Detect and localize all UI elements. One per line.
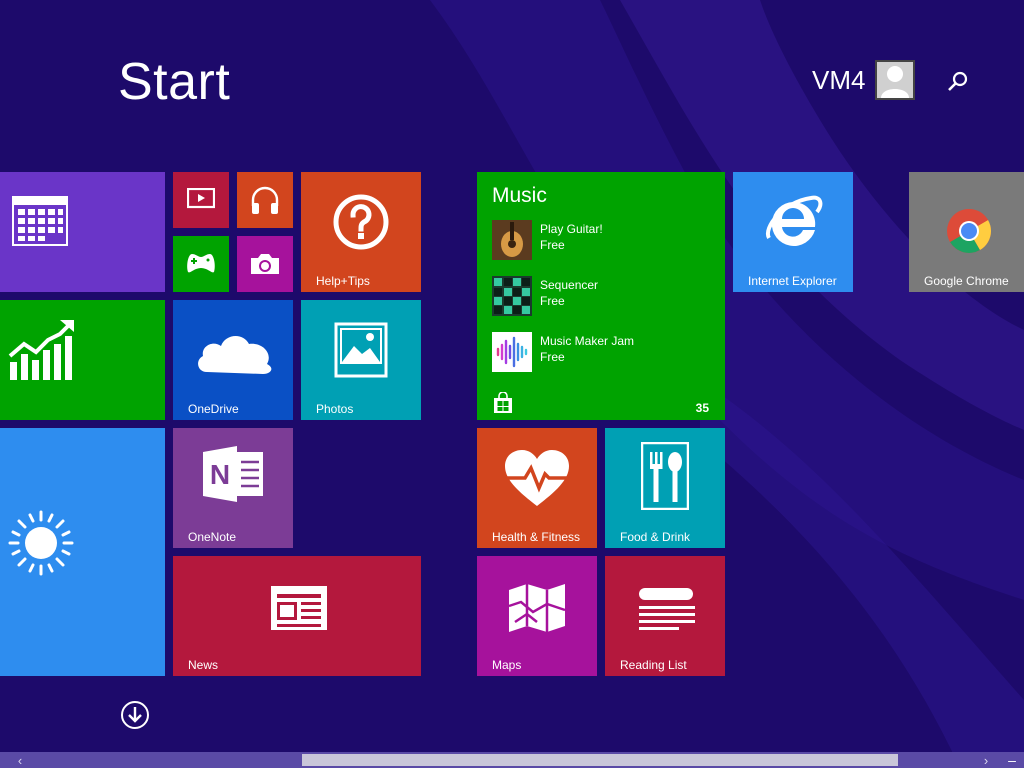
reading-list-icon [639,588,695,630]
music-app-price: Free [540,238,565,252]
onenote-icon: N [203,446,263,502]
sun-icon [8,510,74,576]
chrome-icon [947,209,991,253]
tile-label: Internet Explorer [748,274,837,288]
store-icon [494,392,512,413]
tile-news[interactable]: News [173,556,421,676]
scroll-left-button[interactable]: ‹ [12,752,28,768]
tile-label: Reading List [620,658,687,672]
camera-icon [251,254,279,274]
list-item[interactable]: Music Maker Jam Free [492,332,634,374]
tile-music[interactable]: Music Play Guitar! Free Sequencer Free M… [477,172,725,420]
internet-explorer-icon [765,195,823,246]
music-app-price: Free [540,294,565,308]
horizontal-scrollbar[interactable]: ‹ › – [0,752,1024,768]
music-count: 35 [695,401,709,415]
tile-camera[interactable] [237,236,293,292]
list-item[interactable]: Sequencer Free [492,276,598,318]
music-tile-title: Music [492,184,547,207]
question-icon [333,194,389,250]
headphones-icon [251,186,279,214]
page-title: Start [118,53,231,111]
user-icon[interactable] [875,60,916,100]
tile-label: OneNote [188,530,237,544]
chart-icon [8,320,74,380]
newspaper-icon [271,586,327,630]
tile-reading-list[interactable]: Reading List [605,556,725,676]
search-icon[interactable] [944,68,972,96]
tile-onedrive[interactable]: OneDrive [173,300,293,420]
tile-google-chrome[interactable]: Google Chrome [909,172,1024,292]
user-name[interactable]: VM4 [812,65,865,96]
music-app-name: Music Maker Jam [540,334,635,348]
tile-music-small[interactable] [237,172,293,228]
tile-onenote[interactable]: N OneNote [173,428,293,548]
video-icon [187,188,215,209]
tile-games[interactable] [173,236,229,292]
zoom-out-button[interactable]: – [1000,752,1024,768]
waveform-icon [492,332,532,372]
tile-label: News [188,658,219,672]
tile-label: Photos [316,402,354,416]
scroll-right-button[interactable]: › [978,752,994,768]
gamepad-icon [187,254,215,273]
photo-icon [334,322,388,378]
tile-label: Health & Fitness [492,530,581,544]
tile-label: Maps [492,658,522,672]
tile-help-tips[interactable]: Help+Tips [301,172,421,292]
music-app-name: Play Guitar! [540,222,603,236]
tile-maps[interactable]: Maps [477,556,597,676]
calendar-icon [12,196,68,246]
tile-weather[interactable] [0,428,165,676]
tile-health-fitness[interactable]: Health & Fitness [477,428,597,548]
music-app-price: Free [540,350,565,364]
heart-icon [505,450,569,506]
tile-video[interactable] [173,172,229,228]
guitar-icon [492,220,532,260]
tile-food-drink[interactable]: Food & Drink [605,428,725,548]
user-account[interactable]: VM4 [812,60,916,100]
arrow-down-icon[interactable] [120,700,150,730]
tile-label: Help+Tips [316,274,370,288]
sequencer-icon [492,276,532,316]
tile-photos[interactable]: Photos [301,300,421,420]
tile-label: OneDrive [188,402,239,416]
tile-finance[interactable] [0,300,165,420]
music-app-name: Sequencer [540,278,599,292]
tile-label: Google Chrome [924,274,1009,288]
fork-spoon-icon [641,442,689,510]
tile-internet-explorer[interactable]: Internet Explorer [733,172,853,292]
scroll-thumb[interactable] [302,754,898,766]
list-item[interactable]: Play Guitar! Free [492,220,603,262]
tile-calendar[interactable] [0,172,165,292]
map-icon [508,584,566,632]
cloud-icon [198,335,272,374]
svg-text:N: N [210,459,230,490]
tile-label: Food & Drink [620,530,691,544]
